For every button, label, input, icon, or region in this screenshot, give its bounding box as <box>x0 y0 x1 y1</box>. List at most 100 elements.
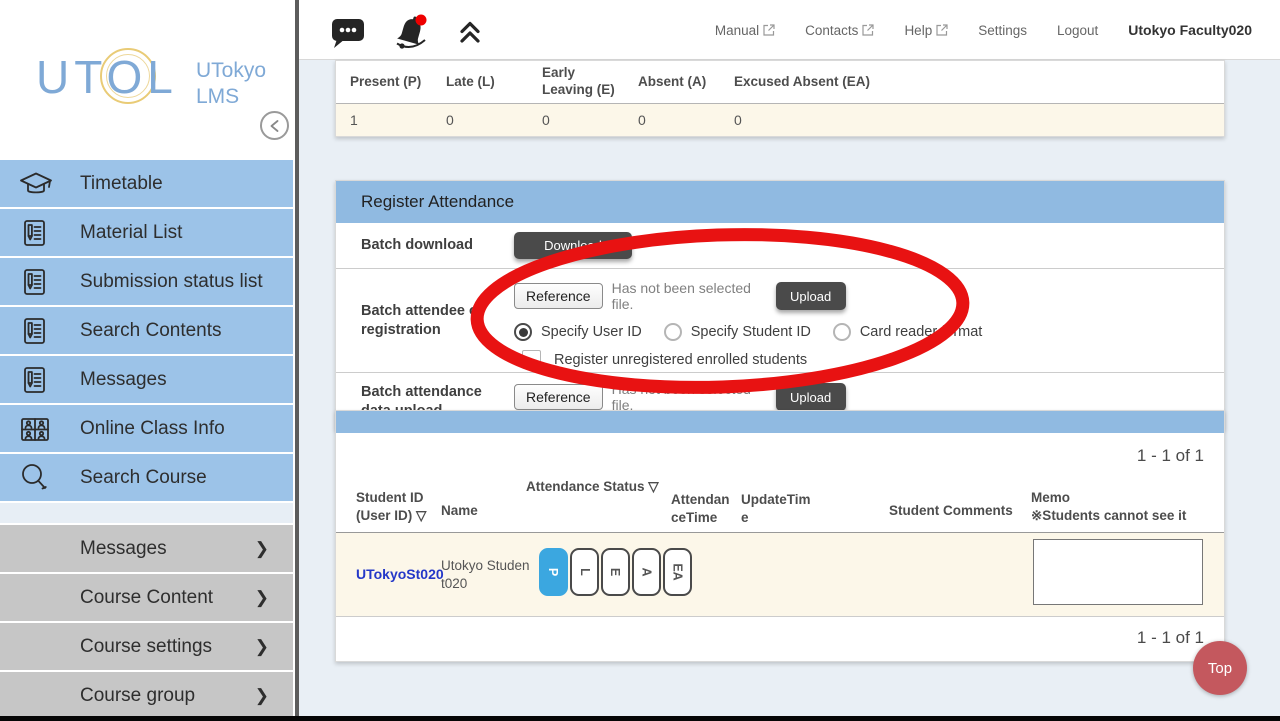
manual-link[interactable]: Manual <box>715 23 775 38</box>
sidebar-item-course-content[interactable]: Course Content ❯ <box>0 574 293 621</box>
column-update-time: UpdateTime <box>741 491 811 527</box>
column-label: Attendance Status <box>526 479 645 494</box>
sidebar-item-label: Submission status list <box>80 271 263 293</box>
sidebar-gap <box>0 503 293 523</box>
sidebar-item-label: Search Contents <box>80 320 222 342</box>
radio-specify-student-id[interactable] <box>664 323 682 341</box>
collapse-header-button[interactable] <box>455 17 485 47</box>
clipboard-icon <box>18 315 56 347</box>
chat-button[interactable] <box>329 14 367 50</box>
download-button[interactable]: Download <box>514 232 632 259</box>
chat-bubble-icon <box>329 14 367 50</box>
column-student-comments: Student Comments <box>889 502 1013 520</box>
sidebar-item-online-class-info[interactable]: Online Class Info <box>0 405 293 452</box>
radio-specify-user-id[interactable] <box>514 323 532 341</box>
lms-line1: UTokyo <box>196 58 266 84</box>
reference-button[interactable]: Reference <box>514 283 603 309</box>
summary-values-row: 1 0 0 0 0 <box>336 104 1224 136</box>
logout-link[interactable]: Logout <box>1057 23 1098 38</box>
batch-attendee-label: Batch attendee of registration <box>336 269 514 372</box>
logout-label: Logout <box>1057 23 1098 38</box>
sidebar-item-messages[interactable]: Messages <box>0 356 293 403</box>
sidebar-item-label: Online Class Info <box>80 418 225 440</box>
lms-line2: LMS <box>196 84 266 110</box>
sort-icon[interactable]: ▽ <box>648 479 658 494</box>
status-button-label: A <box>640 567 654 576</box>
sidebar-item-material-list[interactable]: Material List <box>0 209 293 256</box>
status-button-absent[interactable]: A <box>632 548 661 596</box>
sidebar-item-label: Messages <box>80 538 167 560</box>
section-title: Register Attendance <box>336 181 1224 223</box>
student-id-link[interactable]: UTokyoSt020 <box>356 566 444 582</box>
summary-value-present: 1 <box>336 112 432 128</box>
summary-header-early-leaving: Early Leaving (E) <box>528 61 624 103</box>
upload-button[interactable]: Upload <box>776 282 846 310</box>
status-button-excused-absent[interactable]: EA <box>663 548 692 596</box>
file-status-text: Has not been selected file. <box>612 381 770 413</box>
summary-header-row: Present (P) Late (L) Early Leaving (E) A… <box>336 61 1224 104</box>
summary-header-present: Present (P) <box>336 61 432 103</box>
column-name: Name <box>441 502 478 520</box>
sidebar-item-label: Timetable <box>80 173 163 195</box>
register-attendance-section: Register Attendance Batch download Downl… <box>335 180 1225 430</box>
batch-download-label: Batch download <box>336 223 514 268</box>
sidebar-item-search-course[interactable]: Search Course <box>0 454 293 501</box>
summary-value-absent: 0 <box>624 112 720 128</box>
contacts-link[interactable]: Contacts <box>805 23 874 38</box>
register-unregistered-checkbox[interactable] <box>522 350 541 369</box>
sidebar-collapse-button[interactable] <box>260 111 289 140</box>
status-button-early-leaving[interactable]: E <box>601 548 630 596</box>
chevron-right-icon: ❯ <box>255 637 269 657</box>
radio-label: Specify User ID <box>541 324 642 340</box>
attendance-list-section: 1 - 1 of 1 Student ID (User ID) ▽ Name A… <box>335 410 1225 662</box>
column-label: AttendanceTime <box>671 492 730 525</box>
attendance-status-buttons: P L E A EA <box>539 548 692 596</box>
column-student-id[interactable]: Student ID (User ID) ▽ <box>356 489 448 525</box>
column-memo: Memo ※Students cannot see it <box>1031 489 1216 525</box>
clipboard-icon <box>18 217 56 249</box>
radio-card-reader-format[interactable] <box>833 323 851 341</box>
sidebar-item-label: Search Course <box>80 467 207 489</box>
help-link[interactable]: Help <box>904 23 948 38</box>
clipboard-icon <box>18 266 56 298</box>
top-bar: Manual Contacts Help Settings Logout Uto… <box>299 0 1280 60</box>
summary-header-absent: Absent (A) <box>624 61 720 103</box>
sidebar-item-submission-status-list[interactable]: Submission status list <box>0 258 293 305</box>
sidebar-item-course-messages[interactable]: Messages ❯ <box>0 525 293 572</box>
batch-attendee-row: Batch attendee of registration Reference… <box>336 269 1224 373</box>
pagination-top: 1 - 1 of 1 <box>336 433 1224 476</box>
reference-button[interactable]: Reference <box>514 384 603 410</box>
column-label: Student Comments <box>889 503 1013 518</box>
sidebar-item-timetable[interactable]: Timetable <box>0 160 293 207</box>
sidebar-item-course-settings[interactable]: Course settings ❯ <box>0 623 293 670</box>
sidebar: UTOL UTokyo LMS Timetable Material List … <box>0 0 295 721</box>
notifications-button[interactable] <box>391 12 431 52</box>
status-button-label: EA <box>671 563 685 580</box>
scroll-to-top-button[interactable]: Top <box>1193 641 1247 695</box>
utokyo-lms-label: UTokyo LMS <box>196 58 266 110</box>
summary-value-excused-absent: 0 <box>720 112 816 128</box>
column-label: Name <box>441 503 478 518</box>
settings-link[interactable]: Settings <box>978 23 1027 38</box>
sidebar-item-course-group[interactable]: Course group ❯ <box>0 672 293 719</box>
status-button-late[interactable]: L <box>570 548 599 596</box>
logo-area: UTOL UTokyo LMS <box>0 0 295 160</box>
memo-input[interactable] <box>1033 539 1203 605</box>
memo-note: ※Students cannot see it <box>1031 507 1216 525</box>
upload-button[interactable]: Upload <box>776 383 846 411</box>
status-button-present[interactable]: P <box>539 548 568 596</box>
summary-header-excused-absent: Excused Absent (EA) <box>720 61 870 103</box>
viewport-bottom-edge <box>0 716 1280 721</box>
sidebar-item-label: Course Content <box>80 587 213 609</box>
help-label: Help <box>904 23 932 38</box>
sidebar-item-search-contents[interactable]: Search Contents <box>0 307 293 354</box>
summary-value-early-leaving: 0 <box>528 112 624 128</box>
external-link-icon <box>862 24 874 36</box>
clipboard-icon <box>18 364 56 396</box>
column-attendance-time: AttendanceTime <box>671 491 735 527</box>
column-attendance-status[interactable]: Attendance Status ▽ <box>526 478 659 496</box>
sort-icon[interactable]: ▽ <box>416 508 426 523</box>
double-chevron-up-icon <box>455 17 485 47</box>
chevron-right-icon: ❯ <box>255 539 269 559</box>
status-button-label: L <box>577 568 591 576</box>
